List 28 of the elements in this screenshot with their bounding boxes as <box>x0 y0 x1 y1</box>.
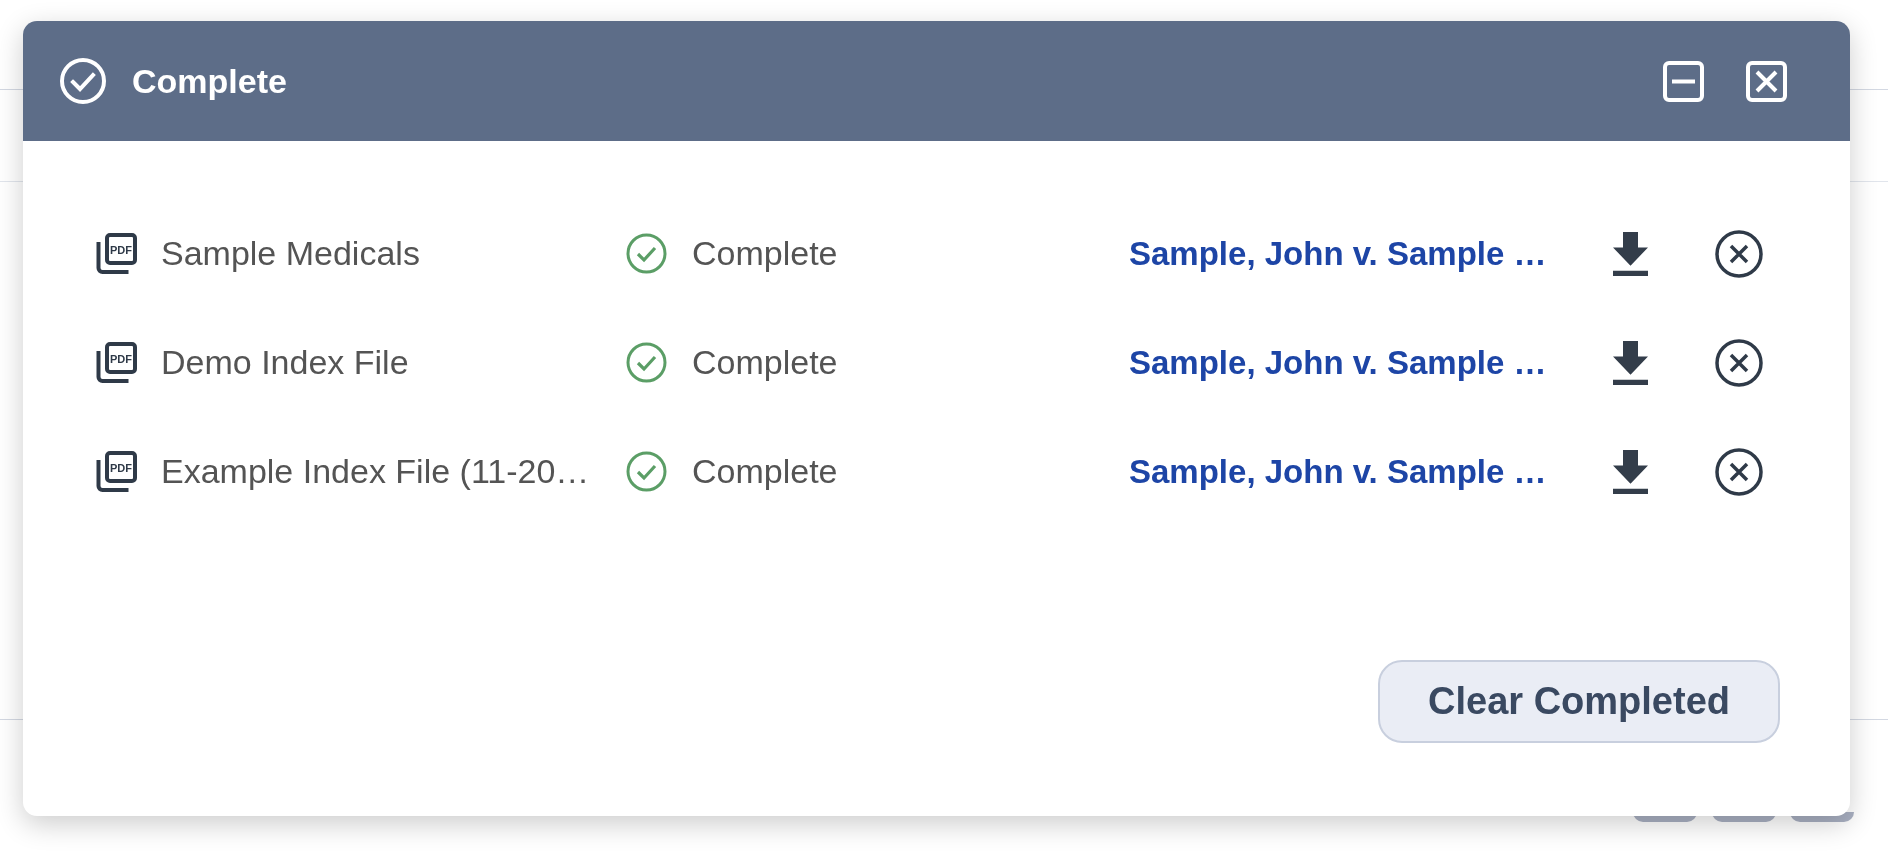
clear-completed-button[interactable]: Clear Completed <box>1378 660 1780 743</box>
x-circle-icon <box>1715 229 1763 278</box>
dialog-title: Complete <box>132 64 287 98</box>
file-name: Example Index File (11-20… <box>161 452 590 491</box>
x-circle-icon <box>1715 447 1763 496</box>
case-link[interactable]: Sample, John v. Sample … <box>1129 343 1547 381</box>
check-circle-icon <box>60 58 106 104</box>
close-icon <box>1746 60 1787 102</box>
status-label: Complete <box>692 343 838 382</box>
case-link[interactable]: Sample, John v. Sample … <box>1129 452 1547 490</box>
remove-button[interactable] <box>1715 229 1763 278</box>
file-name: Sample Medicals <box>161 234 420 273</box>
download-button[interactable] <box>1613 340 1648 385</box>
case-link[interactable]: Sample, John v. Sample … <box>1129 234 1547 272</box>
close-button[interactable] <box>1746 60 1787 102</box>
remove-button[interactable] <box>1715 447 1763 496</box>
download-icon <box>1613 340 1648 385</box>
status-label: Complete <box>692 234 838 273</box>
x-circle-icon <box>1715 338 1763 387</box>
status-label: Complete <box>692 452 838 491</box>
minimize-icon <box>1663 60 1704 102</box>
remove-button[interactable] <box>1715 338 1763 387</box>
download-button[interactable] <box>1613 231 1648 276</box>
download-button[interactable] <box>1613 449 1648 494</box>
download-icon <box>1613 449 1648 494</box>
download-icon <box>1613 231 1648 276</box>
file-name: Demo Index File <box>161 343 409 382</box>
minimize-button[interactable] <box>1663 60 1704 102</box>
